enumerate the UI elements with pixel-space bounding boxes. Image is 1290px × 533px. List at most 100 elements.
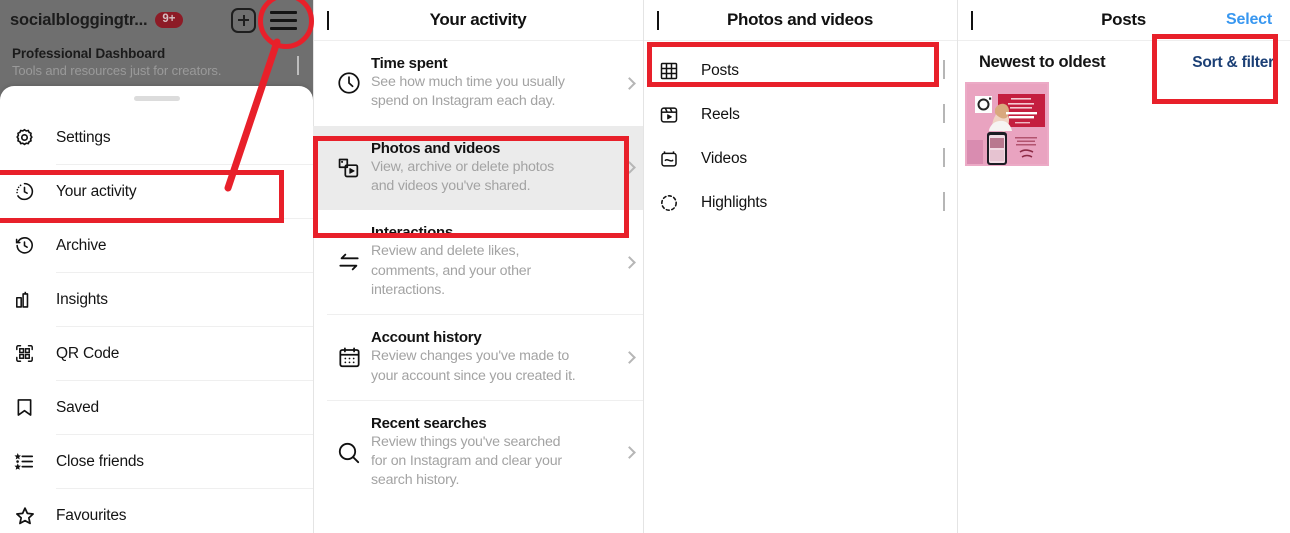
posts-grid [957, 82, 1290, 166]
sidebar-item-your-activity[interactable]: Your activity [0, 165, 313, 218]
activity-item-text: Time spent See how much time you usually… [371, 55, 615, 112]
sidebar-item-saved[interactable]: Saved [0, 381, 313, 434]
chevron-left-icon[interactable] [657, 11, 659, 30]
chevron-left-icon[interactable] [971, 11, 973, 30]
activity-item-desc: Review things you've searched for on Ins… [371, 433, 562, 489]
activity-item-account-history[interactable]: Account history Review changes you've ma… [313, 315, 643, 400]
reels-icon [659, 105, 689, 125]
chevron-right-icon [615, 161, 643, 175]
activity-item-text: Account history Review changes you've ma… [371, 329, 615, 386]
chevron-right-icon [615, 76, 643, 90]
sidebar-item-label: Saved [56, 398, 99, 416]
sidebar-item-label: Archive [56, 236, 107, 254]
sidebar-item-close-friends[interactable]: Close friends [0, 435, 313, 488]
plus-square-icon[interactable] [231, 7, 256, 33]
page-title: Your activity [429, 10, 527, 29]
sort-and-filter-button[interactable]: Sort & filter [1192, 54, 1274, 72]
activity-item-title: Recent searches [371, 414, 487, 432]
professional-dashboard-subtitle: Tools and resources just for creators. [12, 63, 222, 78]
post-thumbnail-1[interactable] [965, 82, 1049, 166]
page-title: Photos and videos [726, 10, 874, 29]
activity-item-text: Recent searches Review things you've sea… [371, 415, 615, 491]
pv-item-label: Videos [701, 150, 747, 167]
archive-clock-icon [14, 235, 44, 256]
hamburger-menu-icon[interactable] [270, 10, 297, 30]
insights-bar-chart-icon [14, 289, 44, 310]
activity-item-text: Interactions Review and delete likes, co… [371, 224, 615, 300]
interactions-arrows-icon [327, 249, 371, 275]
chevron-right-icon [943, 60, 945, 80]
sidebar-item-label: QR Code [56, 344, 120, 362]
activity-item-title: Photos and videos [371, 139, 501, 157]
sidebar-item-archive[interactable]: Archive [0, 219, 313, 272]
pv-item-videos[interactable]: Videos [643, 137, 957, 181]
chevron-left-icon[interactable] [327, 11, 329, 30]
activity-item-desc: See how much time you usually spend on I… [371, 74, 565, 110]
video-clip-icon [659, 149, 689, 169]
pv-item-highlights[interactable]: Highlights [643, 181, 957, 225]
chevron-right-icon [615, 446, 643, 460]
grid-icon [659, 61, 689, 81]
sheet-drag-handle[interactable] [133, 96, 180, 101]
pv-item-label: Posts [701, 62, 739, 79]
sidebar-item-qr-code[interactable]: QR Code [0, 327, 313, 380]
activity-item-title: Time spent [371, 55, 448, 72]
sidebar-item-label: Close friends [56, 452, 144, 470]
sidebar-item-label: Favourites [56, 506, 127, 524]
professional-dashboard-row[interactable]: Professional Dashboard Tools and resourc… [0, 46, 313, 78]
posts-sort-bar: Newest to oldest Sort & filter [957, 41, 1290, 82]
photos-and-videos-panel: Photos and videos Posts Reels Videos Hig… [643, 0, 957, 533]
activity-item-time-spent[interactable]: Time spent See how much time you usually… [313, 41, 643, 126]
menu-bottom-sheet: Settings Your activity Archive Insights … [0, 86, 313, 533]
activity-item-interactions[interactable]: Interactions Review and delete likes, co… [313, 210, 643, 314]
chevron-right-icon [943, 148, 945, 168]
activity-clock-icon [14, 181, 44, 202]
professional-dashboard-title: Professional Dashboard [12, 46, 166, 61]
chevron-right-icon [943, 104, 945, 124]
page-title: Posts [1101, 10, 1146, 29]
sidebar-item-label: Settings [56, 128, 111, 146]
activity-item-desc: Review and delete likes, comments, and y… [371, 243, 532, 298]
sidebar-item-label: Your activity [56, 182, 137, 200]
sidebar-item-label: Insights [56, 290, 108, 308]
activity-item-title: Interactions [371, 224, 454, 242]
notification-badge[interactable]: 9+ [155, 11, 183, 29]
chevron-right-icon [943, 192, 945, 212]
sidebar-item-settings[interactable]: Settings [0, 111, 313, 164]
close-friends-list-icon [14, 451, 44, 472]
posts-panel: Posts Select Newest to oldest Sort & fil… [957, 0, 1290, 533]
chevron-right-icon [615, 255, 643, 269]
bookmark-icon [14, 397, 44, 418]
screenshot-root: socialbloggingtr... 9+ Professional Dash… [0, 0, 1290, 533]
panel-divider [957, 0, 958, 533]
activity-item-text: Photos and videos View, archive or delet… [371, 140, 615, 197]
qr-code-icon [14, 343, 44, 364]
clock-icon [327, 70, 371, 96]
activity-header: Your activity [313, 0, 643, 40]
pv-item-posts[interactable]: Posts [643, 49, 957, 93]
gear-icon [14, 127, 44, 148]
select-button[interactable]: Select [1226, 11, 1272, 29]
activity-item-desc: Review changes you've made to your accou… [371, 348, 576, 384]
star-icon [14, 505, 44, 527]
search-icon [327, 440, 371, 466]
pv-item-reels[interactable]: Reels [643, 93, 957, 137]
activity-item-photos-and-videos[interactable]: Photos and videos View, archive or delet… [313, 125, 643, 211]
profile-menu-list: Settings Your activity Archive Insights … [0, 111, 313, 533]
posts-header: Posts Select [957, 0, 1290, 40]
highlights-circle-icon [659, 193, 689, 213]
pv-item-label: Reels [701, 106, 740, 123]
sidebar-item-insights[interactable]: Insights [0, 273, 313, 326]
activity-item-recent-searches[interactable]: Recent searches Review things you've sea… [313, 401, 643, 505]
username-label: socialbloggingtr... [10, 10, 148, 29]
pv-item-label: Highlights [701, 194, 768, 211]
sort-order-label: Newest to oldest [979, 53, 1106, 71]
profile-top-bar: socialbloggingtr... 9+ [0, 0, 313, 40]
sidebar-item-favourites[interactable]: Favourites [0, 489, 313, 533]
your-activity-panel: Your activity Time spent See how much ti… [313, 0, 643, 533]
chevron-right-icon [297, 56, 299, 76]
photos-videos-header: Photos and videos [643, 0, 957, 40]
activity-item-desc: View, archive or delete photos and video… [371, 158, 555, 194]
chevron-right-icon [615, 351, 643, 364]
profile-menu-panel: socialbloggingtr... 9+ Professional Dash… [0, 0, 313, 533]
